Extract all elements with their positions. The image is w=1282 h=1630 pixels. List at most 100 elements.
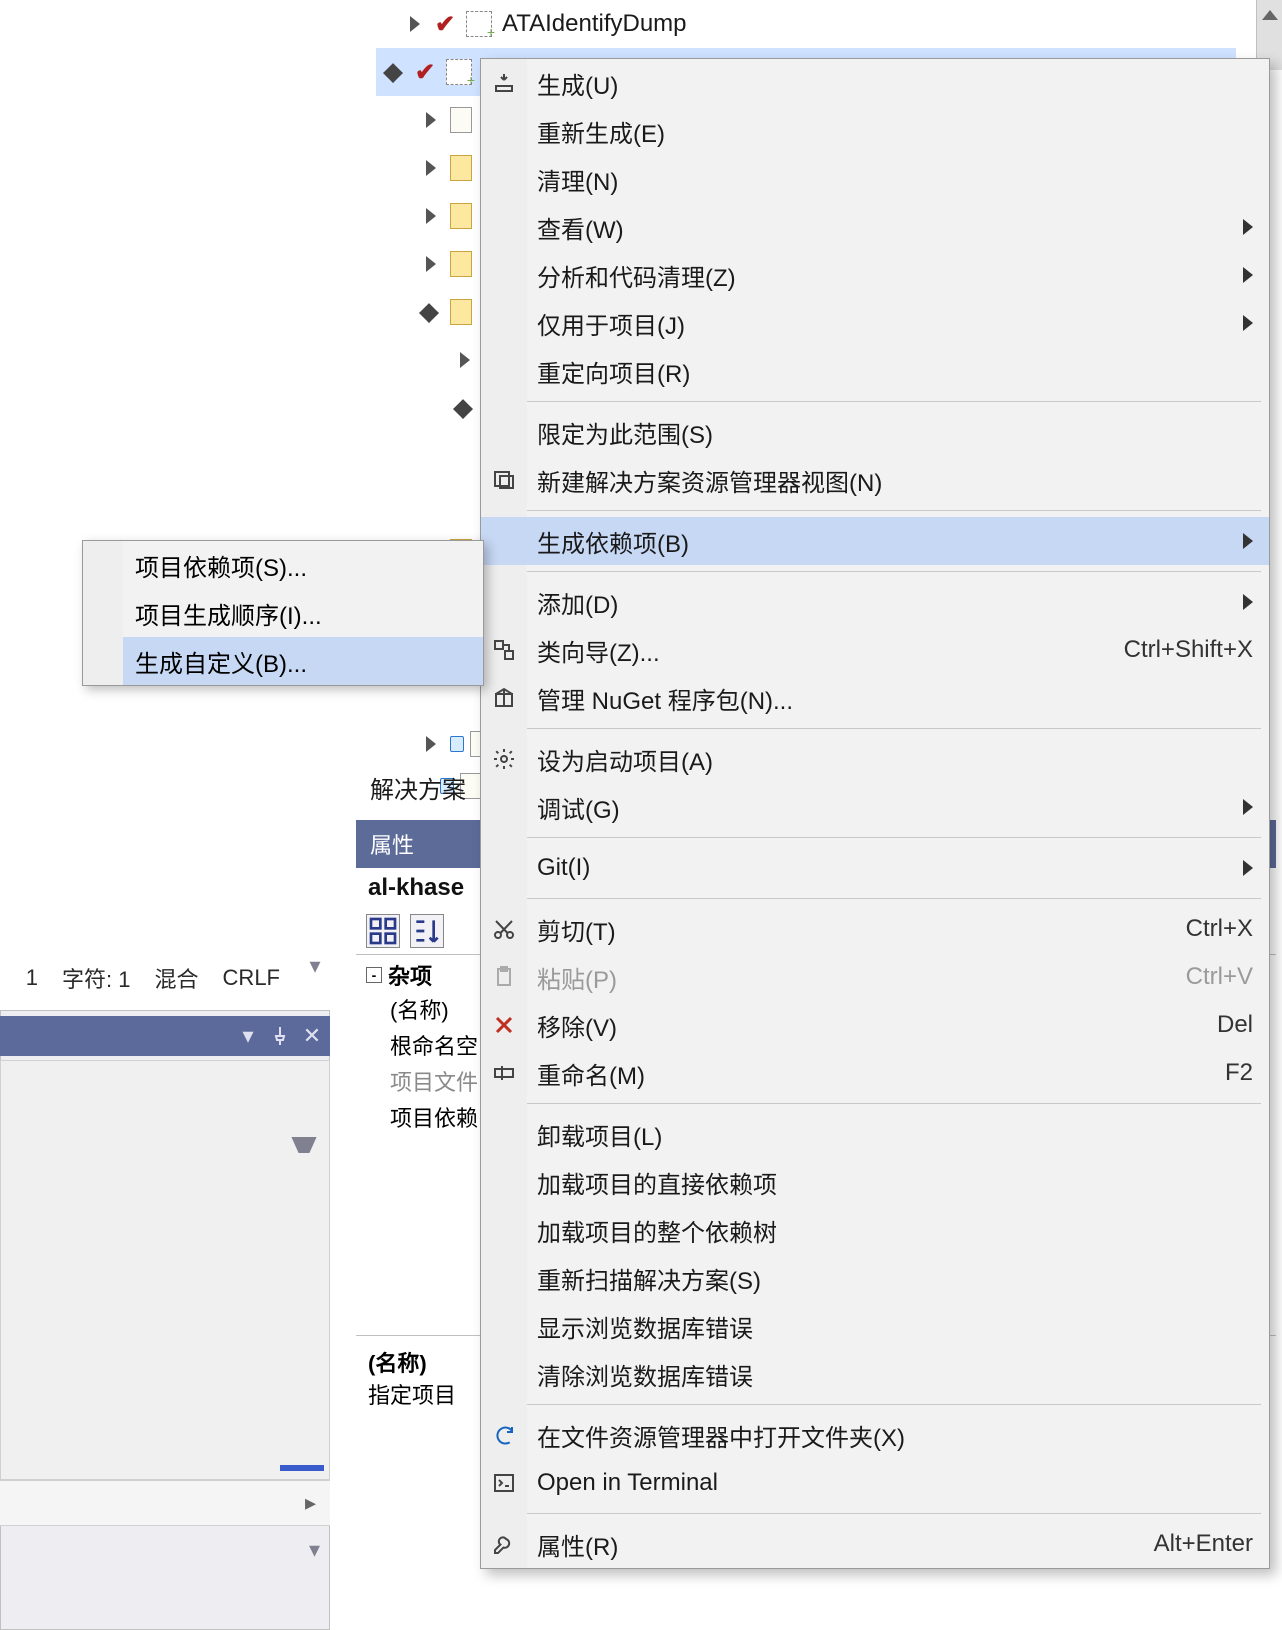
paste-icon [489, 962, 519, 992]
tree-item-label: ATAIdentifyDump [502, 10, 687, 38]
submenu-arrow-icon [1243, 315, 1253, 331]
menu-separator [527, 898, 1261, 899]
build-icon [489, 68, 519, 98]
output-area [0, 1060, 330, 1480]
menu-rename[interactable]: 重命名(M) F2 [481, 1049, 1269, 1097]
menu-load-tree[interactable]: 加载项目的整个依赖树 [481, 1206, 1269, 1254]
expander-icon[interactable] [422, 111, 440, 129]
menu-scope[interactable]: 限定为此范围(S) [481, 408, 1269, 456]
build-deps-submenu: 项目依赖项(S)... 项目生成顺序(I)... 生成自定义(B)... [82, 540, 484, 686]
menu-paste: 粘贴(P) Ctrl+V [481, 953, 1269, 1001]
submenu-item-build-customizations[interactable]: 生成自定义(B)... [83, 637, 483, 685]
expander-icon[interactable] [456, 399, 474, 417]
remove-icon [489, 1010, 519, 1040]
collapse-icon[interactable]: - [366, 967, 382, 983]
menu-rebuild[interactable]: 重新生成(E) [481, 107, 1269, 155]
menu-class-wizard[interactable]: 类向导(Z)... Ctrl+Shift+X [481, 626, 1269, 674]
check-icon: ✔ [434, 13, 456, 35]
status-col: 1 [26, 965, 38, 991]
rename-icon [489, 1058, 519, 1088]
menu-cut[interactable]: 剪切(T) Ctrl+X [481, 905, 1269, 953]
expander-icon[interactable] [386, 63, 404, 81]
menu-git[interactable]: Git(I) [481, 844, 1269, 892]
class-wizard-icon [489, 635, 519, 665]
submenu-arrow-icon [1243, 860, 1253, 876]
menu-rescan[interactable]: 重新扫描解决方案(S) [481, 1254, 1269, 1302]
menu-separator [527, 1103, 1261, 1104]
new-view-icon [489, 465, 519, 495]
folder-icon [450, 299, 472, 325]
submenu-item-project-deps[interactable]: 项目依赖项(S)... [83, 541, 483, 589]
cut-icon [489, 914, 519, 944]
wrench-icon [489, 1529, 519, 1559]
expander-icon[interactable] [422, 159, 440, 177]
menu-clear-db-err[interactable]: 清除浏览数据库错误 [481, 1350, 1269, 1398]
menu-open-folder[interactable]: 在文件资源管理器中打开文件夹(X) [481, 1411, 1269, 1459]
expander-icon[interactable] [422, 735, 440, 753]
menu-add[interactable]: 添加(D) [481, 578, 1269, 626]
expander-icon[interactable] [422, 303, 440, 321]
selection-indicator [280, 1465, 324, 1471]
menu-build[interactable]: 生成(U) [481, 59, 1269, 107]
categorize-button[interactable] [366, 914, 400, 948]
submenu-arrow-icon [1243, 799, 1253, 815]
menu-debug[interactable]: 调试(G) [481, 783, 1269, 831]
submenu-arrow-icon [1243, 267, 1253, 283]
lock-icon [450, 736, 464, 752]
submenu-arrow-icon [1243, 594, 1253, 610]
expander-icon[interactable] [422, 207, 440, 225]
editor-status-bar: 1 字符: 1 混合 CRLF ▾ [0, 958, 326, 998]
menu-unload[interactable]: 卸载项目(L) [481, 1110, 1269, 1158]
status-mixed: 混合 [155, 962, 199, 994]
folder-icon [450, 203, 472, 229]
menu-build-deps[interactable]: 生成依赖项(B) [481, 517, 1269, 565]
submenu-gutter [83, 541, 123, 685]
menu-separator [527, 1513, 1261, 1514]
menu-new-sln-view[interactable]: 新建解决方案资源管理器视图(N) [481, 456, 1269, 504]
folder-icon [450, 155, 472, 181]
dropdown-icon[interactable]: ▾ [236, 1024, 260, 1048]
submenu-item-build-order[interactable]: 项目生成顺序(I)... [83, 589, 483, 637]
menu-separator [527, 837, 1261, 838]
menu-retarget[interactable]: 重定向项目(R) [481, 347, 1269, 395]
menu-open-terminal[interactable]: Open in Terminal [481, 1459, 1269, 1507]
menu-separator [527, 1404, 1261, 1405]
pin-icon[interactable] [268, 1024, 292, 1048]
chevron-down-icon[interactable]: ▾ [309, 1537, 320, 1563]
bottom-tab-bar: ▾ ▸ [0, 1480, 330, 1526]
expander-icon[interactable] [406, 15, 424, 33]
submenu-arrow-icon [1243, 219, 1253, 235]
expander-icon[interactable] [456, 351, 474, 369]
sort-button[interactable] [410, 914, 444, 948]
gear-icon [489, 744, 519, 774]
menu-separator [527, 571, 1261, 572]
chevron-down-icon[interactable]: ▾ [304, 955, 326, 977]
check-icon: ✔ [414, 61, 436, 83]
project-icon [446, 59, 472, 85]
submenu-arrow-icon [1243, 533, 1253, 549]
close-icon[interactable]: ✕ [300, 1024, 324, 1048]
menu-load-direct[interactable]: 加载项目的直接依赖项 [481, 1158, 1269, 1206]
chevron-right-icon[interactable]: ▸ [305, 1490, 316, 1516]
menu-view[interactable]: 查看(W) [481, 203, 1269, 251]
folder-icon [450, 251, 472, 277]
menu-project-only[interactable]: 仅用于项目(J) [481, 299, 1269, 347]
tree-row[interactable]: ✔ ATAIdentifyDump [376, 0, 1236, 48]
menu-analyze[interactable]: 分析和代码清理(Z) [481, 251, 1269, 299]
menu-separator [527, 401, 1261, 402]
file-icon [450, 107, 472, 133]
solution-label: 解决方案 [370, 770, 466, 805]
menu-remove[interactable]: 移除(V) Del [481, 1001, 1269, 1049]
expander-icon[interactable] [422, 255, 440, 273]
menu-properties[interactable]: 属性(R) Alt+Enter [481, 1520, 1269, 1568]
menu-clean[interactable]: 清理(N) [481, 155, 1269, 203]
project-context-menu: 生成(U) 重新生成(E) 清理(N) 查看(W) 分析和代码清理(Z) 仅用于… [480, 58, 1270, 1569]
menu-nuget[interactable]: 管理 NuGet 程序包(N)... [481, 674, 1269, 722]
menu-show-db-err[interactable]: 显示浏览数据库错误 [481, 1302, 1269, 1350]
panel-header: ▾ ✕ [0, 1016, 330, 1056]
menu-separator [527, 728, 1261, 729]
project-icon [466, 11, 492, 37]
nuget-icon [489, 683, 519, 713]
menu-set-startup[interactable]: 设为启动项目(A) [481, 735, 1269, 783]
terminal-icon [489, 1468, 519, 1498]
